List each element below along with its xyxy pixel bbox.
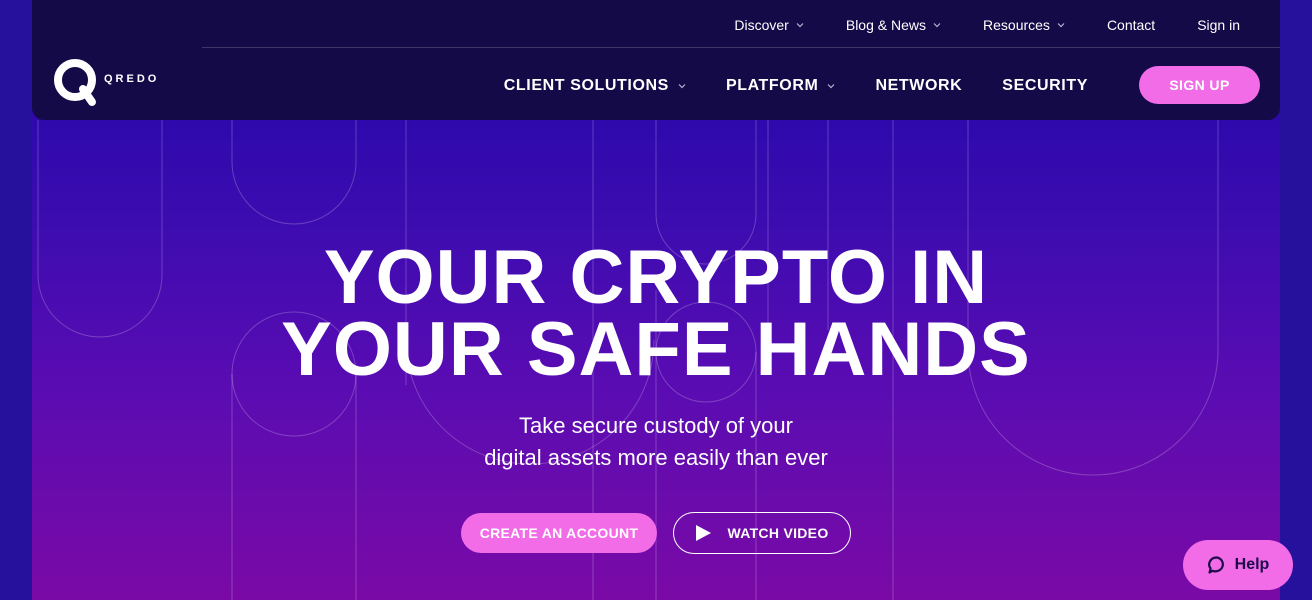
site-header: Discover Blog & News Resources Contact S… [32, 0, 1280, 120]
util-nav-label: Contact [1106, 17, 1156, 33]
hero-headline-line-1: YOUR CRYPTO IN [323, 235, 989, 320]
util-nav-sign-in[interactable]: Sign in [1197, 17, 1240, 33]
hero-subtext: Take secure custody of your digital asse… [0, 410, 1312, 474]
watch-video-button[interactable]: WATCH VIDEO [673, 512, 851, 554]
qredo-logo[interactable]: QREDO [52, 56, 159, 108]
util-nav-label: Blog & News [845, 17, 927, 33]
qredo-q-logo-icon [54, 59, 96, 106]
util-nav-label: Sign in [1197, 17, 1240, 33]
chevron-down-icon [796, 23, 804, 28]
util-nav-label: Discover [734, 17, 789, 33]
util-nav-contact[interactable]: Contact [1107, 17, 1155, 33]
hero-headline: YOUR CRYPTO IN YOUR SAFE HANDS [0, 235, 1312, 392]
util-nav-label: Resources [983, 17, 1050, 33]
main-nav-security[interactable]: SECURITY [1002, 77, 1088, 95]
chevron-down-icon [678, 84, 686, 89]
hero-subtext-line-2: digital assets more easily than ever [484, 445, 828, 470]
play-icon [696, 525, 712, 541]
main-nav-label: SECURITY [1002, 77, 1088, 94]
create-account-button[interactable]: CREATE AN ACCOUNT [461, 513, 657, 553]
util-nav-discover[interactable]: Discover [734, 17, 804, 33]
utility-nav: Discover Blog & News Resources Contact S… [692, 14, 1240, 36]
main-nav-label: CLIENT SOLUTIONS [503, 77, 669, 94]
logo-wordmark: QREDO [104, 73, 160, 85]
hero-headline-line-2: YOUR SAFE HANDS [281, 307, 1031, 392]
main-nav-network[interactable]: NETWORK [875, 77, 962, 95]
chevron-down-icon [1057, 23, 1065, 28]
main-nav: CLIENT SOLUTIONS PLATFORM NETWORK SECURI… [464, 74, 1088, 98]
util-nav-blog-news[interactable]: Blog & News [846, 17, 941, 33]
main-nav-platform[interactable]: PLATFORM [726, 77, 836, 95]
chat-bubble-icon [1207, 556, 1224, 574]
chevron-down-icon [933, 23, 941, 28]
help-label: Help [1234, 556, 1270, 573]
util-nav-resources[interactable]: Resources [983, 17, 1065, 33]
chevron-down-icon [828, 84, 835, 89]
main-nav-label: PLATFORM [725, 77, 819, 94]
header-divider [202, 47, 1280, 48]
hero-subtext-line-1: Take secure custody of your [519, 413, 793, 438]
help-widget-button[interactable]: Help [1183, 540, 1293, 590]
sign-up-button[interactable]: SIGN UP [1139, 66, 1260, 104]
main-nav-client-solutions[interactable]: CLIENT SOLUTIONS [504, 77, 686, 95]
main-nav-label: NETWORK [875, 77, 963, 94]
watch-video-label: WATCH VIDEO [727, 525, 829, 541]
